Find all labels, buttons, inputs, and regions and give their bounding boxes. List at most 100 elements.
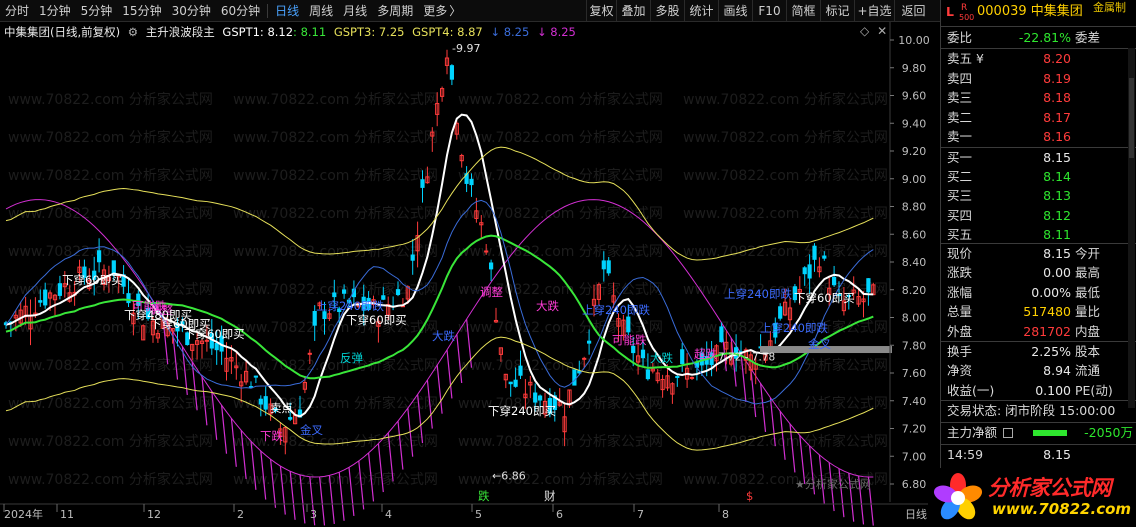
watermark-text: www.70822.com 分析家公式网 <box>683 167 888 184</box>
ask-price: 8.19 <box>1043 70 1071 86</box>
stat-label: 涨跌 <box>947 265 973 281</box>
tool-button-6[interactable]: 简框 <box>786 0 820 22</box>
period-4[interactable]: 30分钟 <box>167 0 216 22</box>
ask-price: 8.18 <box>1043 90 1071 106</box>
legend-v5: ↓ 8.25 <box>490 25 530 39</box>
tag-l: L <box>946 4 954 19</box>
stock-label: 中集集团(日线,前复权) <box>4 25 121 39</box>
signal-label: 上穿240即跌 <box>582 303 650 317</box>
stat2-row: 换手 2.25% 股本 <box>941 342 1136 362</box>
panel-scrollbar[interactable] <box>1128 48 1135 408</box>
indicator-name[interactable]: 主升浪波段主 <box>146 25 215 39</box>
candle-body <box>253 375 259 378</box>
price-tick-label: 7.60 <box>902 367 927 380</box>
tool-button-5[interactable]: F10 <box>752 0 786 22</box>
bottom-signal: 财 <box>544 489 556 503</box>
candle-body <box>866 278 871 293</box>
tool-button-3[interactable]: 统计 <box>684 0 718 22</box>
bid-label: 买一 <box>947 150 973 165</box>
moving-averages: 7.72 - 7.78 -9.97 ←6.86 <box>5 42 892 483</box>
candle-body <box>802 267 807 275</box>
tool-button-1[interactable]: 叠加 <box>616 0 650 22</box>
stat-row: 涨幅 0.00% 最低 <box>941 283 1136 303</box>
tool-button-4[interactable]: 画线 <box>718 0 752 22</box>
stat2-value: 0.100 <box>1035 382 1071 398</box>
date-tick-label: 6 <box>556 508 563 521</box>
list-icon[interactable] <box>1003 428 1013 438</box>
signal-label: 可能跌 <box>612 333 647 347</box>
period-5[interactable]: 60分钟 <box>216 0 265 22</box>
signal-label: 反弹 <box>340 351 363 365</box>
tool-button-8[interactable]: +自选 <box>854 0 894 22</box>
stock-code-name[interactable]: 000039 中集集团 <box>977 2 1083 22</box>
period-1[interactable]: 1分钟 <box>34 0 76 22</box>
low-marker: ←6.86 <box>492 470 526 483</box>
net-inflow-label[interactable]: 主力净额 <box>947 423 997 443</box>
period-0[interactable]: 分时 <box>0 0 34 22</box>
candle-body <box>508 381 513 385</box>
legend-controls: ◇ ✕ <box>860 24 887 38</box>
period-10[interactable]: 更多〉 <box>418 0 466 22</box>
watermark-text: www.70822.com 分析家公式网 <box>8 167 213 184</box>
tool-button-9[interactable]: 返回 <box>894 0 932 22</box>
price-tick-label: 6.80 <box>902 478 927 491</box>
signal-label: 下跌 <box>260 429 283 443</box>
period-3[interactable]: 15分钟 <box>117 0 166 22</box>
period-6[interactable]: 日线 <box>270 0 304 22</box>
date-tick-label: 8 <box>722 508 729 521</box>
candle-body <box>288 417 293 420</box>
period-8[interactable]: 月线 <box>338 0 372 22</box>
tool-button-2[interactable]: 多股 <box>650 0 684 22</box>
stat2-label: 换手 <box>947 344 973 359</box>
candle-body <box>533 392 538 403</box>
bid-label: 买三 <box>947 188 973 204</box>
candle-body <box>640 349 646 359</box>
candle-body <box>513 379 518 387</box>
diamond-icon[interactable]: ◇ <box>860 24 869 38</box>
stat-label: 涨幅 <box>947 284 973 300</box>
signal-label: 下穿60即买 <box>62 273 123 287</box>
candle-body <box>812 245 817 260</box>
period-2[interactable]: 5分钟 <box>76 0 118 22</box>
candle-body <box>518 365 523 376</box>
period-7[interactable]: 周线 <box>304 0 338 22</box>
watermark-text: www.70822.com 分析家公式网 <box>8 395 213 412</box>
price-axis: 10.00 9.80 9.60 9.40 9.20 9.00 8.80 8.60 8.40 8.2… <box>889 22 930 502</box>
candle-body <box>680 349 685 365</box>
close-icon[interactable]: ✕ <box>877 24 887 38</box>
candle-body <box>214 342 219 351</box>
watermark-text: www.70822.com 分析家公式网 <box>683 205 888 222</box>
watermark-text: www.70822.com 分析家公式网 <box>8 129 213 146</box>
indicator-settings-icon[interactable]: ⚙ <box>128 25 138 39</box>
scroll-thumb[interactable] <box>1129 78 1134 158</box>
candle-body <box>449 65 454 80</box>
signal-label: 下穿60即买 <box>184 327 245 341</box>
price-tick-label: 8.40 <box>902 256 927 269</box>
signal-label: 下穿60即买 <box>794 291 855 305</box>
date-tick-label: 3 <box>310 508 317 521</box>
kline-chart[interactable]: www.70822.com 分析家公式网 www.70822.com 分析家公式网… <box>0 22 940 527</box>
watermark-text: www.70822.com 分析家公式网 <box>458 471 663 488</box>
date-axis-end-label: 日线 <box>905 507 927 521</box>
ask-label: 卖二 <box>947 109 973 125</box>
period-9[interactable]: 多周期 <box>372 0 418 22</box>
candle-body <box>587 340 592 344</box>
stat-value: 281702 <box>1023 323 1071 339</box>
watermark-text: www.70822.com 分析家公式网 <box>8 471 213 488</box>
date-tick-label: 12 <box>147 508 161 521</box>
watermark-text: www.70822.com 分析家公式网 <box>8 243 213 260</box>
bid-label: 买二 <box>947 169 973 185</box>
ask-row: 卖四 8.19 <box>941 69 1136 89</box>
logo-flower-icon <box>933 473 983 520</box>
industry-tag[interactable]: 金属制 <box>1093 0 1126 18</box>
price-tick-label: 8.00 <box>902 312 927 325</box>
watermark-text: www.70822.com 分析家公式网 <box>683 395 888 412</box>
tool-button-0[interactable]: 复权 <box>586 0 616 22</box>
watermark-text: www.70822.com 分析家公式网 <box>8 433 213 450</box>
price-tick-label: 8.80 <box>902 201 927 214</box>
price-tick-label: 8.60 <box>902 228 927 241</box>
tool-button-7[interactable]: 标记 <box>820 0 854 22</box>
candle-body <box>312 311 317 326</box>
watermark-text: www.70822.com 分析家公式网 <box>233 205 438 222</box>
trade-status-row: 交易状态: 闭市阶段 15:00:00 <box>941 401 1136 421</box>
